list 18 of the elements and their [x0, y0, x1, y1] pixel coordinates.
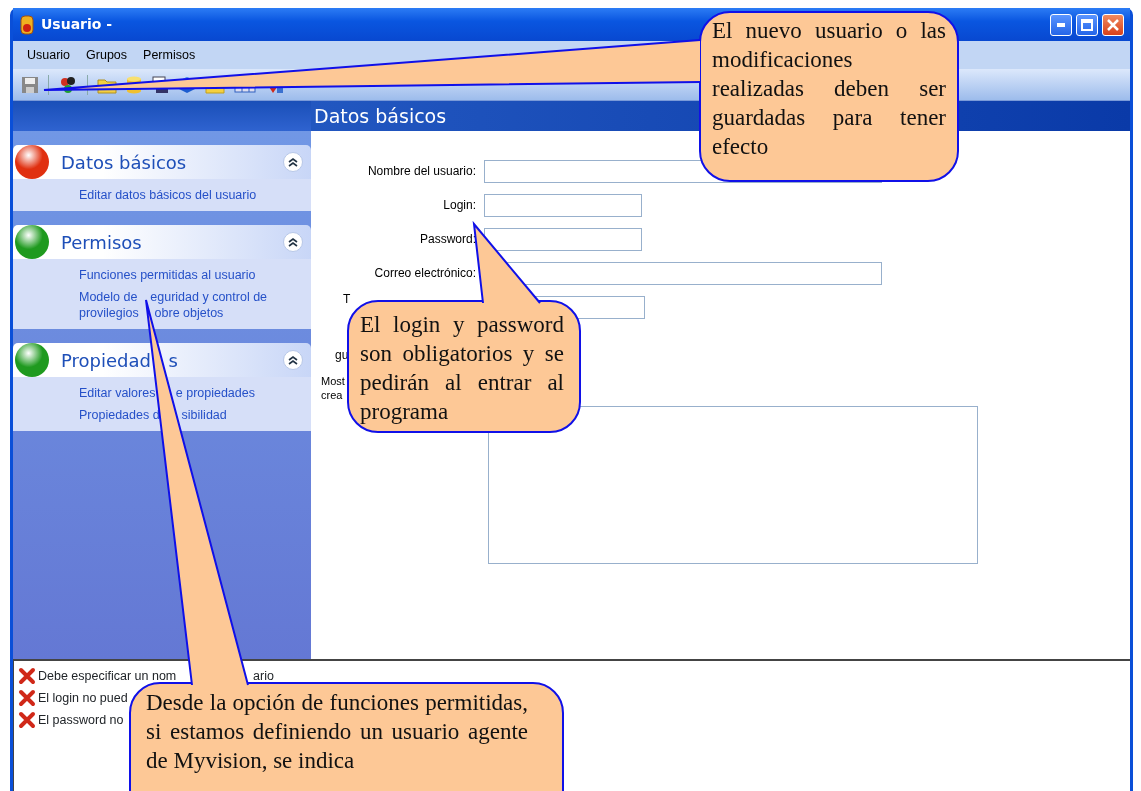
section-title: Datos básicos	[61, 150, 187, 175]
section-title: Permisos	[61, 230, 142, 255]
callout-text: El login y password son obligatorios y se pedirán al entrar al programa	[360, 311, 564, 426]
field-label: crea	[321, 388, 343, 402]
section-title: Propiedad	[61, 348, 151, 373]
field-label: Login:	[442, 197, 477, 214]
error-message: El password no	[38, 711, 124, 729]
error-message: El login no pued	[38, 689, 128, 707]
section-title: s	[168, 348, 178, 373]
field-label: Nombre del usuario:	[366, 163, 477, 180]
error-message: Debe especificar un nom	[38, 667, 177, 685]
callout-text: Desde la opción de funciones permitidas, si estamos definiendo un usuario agente de Myvision, se indica	[146, 689, 528, 775]
field-label: T	[343, 292, 351, 306]
window-title: Usuario -	[41, 15, 113, 34]
field-label: Correo electrónico:	[373, 265, 477, 282]
error-message: ario	[253, 667, 274, 685]
field-label: Most	[321, 374, 345, 388]
field-label: Password:	[418, 231, 477, 248]
